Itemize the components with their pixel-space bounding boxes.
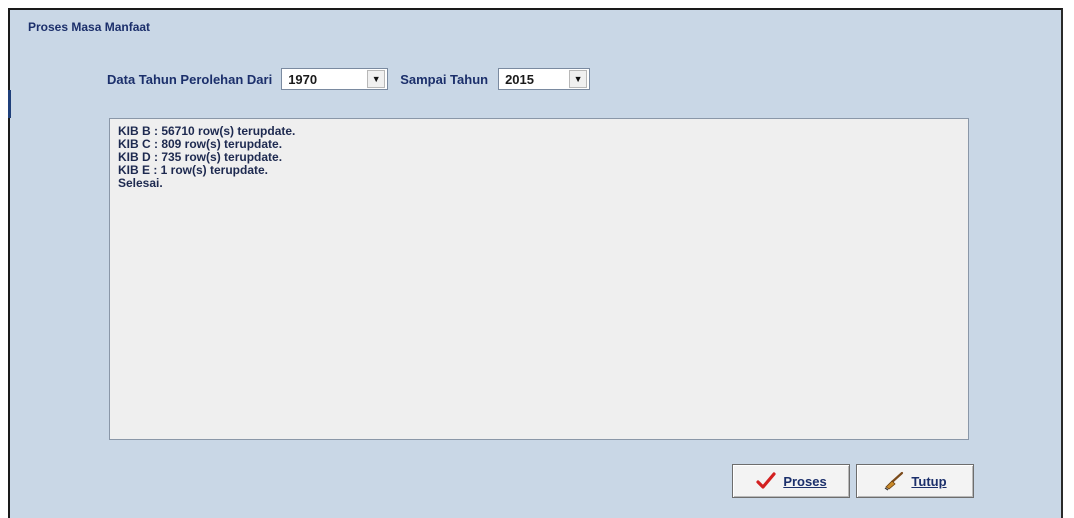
broom-icon [883,470,905,492]
chevron-down-icon[interactable]: ▼ [569,70,588,88]
process-log-textarea[interactable]: KIB B : 56710 row(s) terupdate. KIB C : … [109,118,969,440]
proses-button-label: Proses [783,473,827,489]
proses-button[interactable]: Proses [732,464,850,498]
log-line: Selesai. [118,176,163,190]
log-line: KIB E : 1 row(s) terupdate. [118,163,269,177]
window-edge-accent [8,90,11,118]
to-year-select[interactable]: 2015 ▼ [498,68,591,90]
chevron-down-icon[interactable]: ▼ [367,70,386,88]
to-year-label: Sampai Tahun [400,71,489,87]
checkmark-icon [755,470,777,492]
from-year-label: Data Tahun Perolehan Dari [107,71,273,87]
from-year-select[interactable]: 1970 ▼ [281,68,389,90]
to-year-value: 2015 [505,71,534,87]
proses-masa-manfaat-window: Proses Masa Manfaat Data Tahun Perolehan… [8,8,1063,518]
tutup-button-label: Tutup [911,473,947,489]
year-filter-row: Data Tahun Perolehan Dari 1970 ▼ Sampai … [107,65,591,93]
from-year-value: 1970 [288,71,318,87]
tutup-button[interactable]: Tutup [856,464,974,498]
window-title: Proses Masa Manfaat [28,20,151,34]
